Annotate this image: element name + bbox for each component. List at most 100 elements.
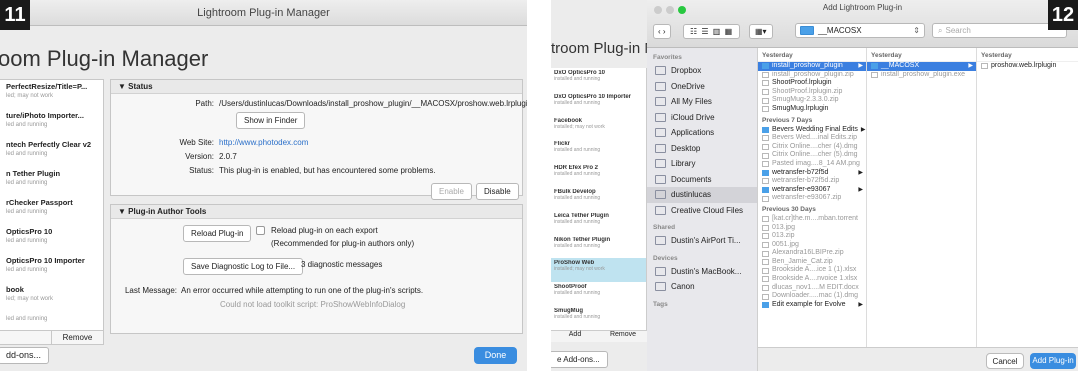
plugin-list-item[interactable]: ture/iPhoto Importer... led and running [0, 109, 103, 138]
plugin-status: installed and running [554, 218, 601, 225]
browser-column-3: Yesterday proshow.web.lrplugin [977, 48, 1078, 371]
location-popup[interactable]: __MACOSX ⇕ [795, 23, 925, 38]
file-icon [762, 161, 769, 168]
file-item[interactable]: wetransfer-e93067.zip [758, 194, 866, 203]
file-item[interactable]: ShootProof.lrplugin.zip [758, 88, 866, 97]
website-link[interactable]: http://www.photodex.com [219, 138, 308, 147]
plugin-list[interactable]: PerfectResize/Title=P... led; may not wor… [0, 79, 104, 331]
section-header[interactable]: ▼ Plug-in Author Tools [111, 205, 522, 219]
plugin-status: installed; may not work [554, 123, 605, 130]
file-item[interactable]: 013.jpg [758, 224, 866, 233]
sidebar-item[interactable]: Dustin's AirPort Ti... [647, 233, 757, 249]
plugin-list-item[interactable]: ntech Perfectly Clear v2 led and running [0, 138, 103, 167]
step-badge: 12 [1048, 0, 1078, 30]
file-item[interactable]: install_proshow_plugin ▶ [758, 62, 866, 71]
section-header[interactable]: ▼ Status [111, 80, 522, 94]
remove-button[interactable]: Remove [51, 331, 103, 344]
file-item[interactable]: Downloader.....mac (1).dmg [758, 292, 866, 301]
file-item[interactable]: 013.zip [758, 232, 866, 241]
file-item[interactable]: Pasted imag....8_14 AM.png [758, 160, 866, 169]
folder-icon [655, 143, 666, 153]
file-item[interactable]: wetransfer-b72f5d.zip [758, 177, 866, 186]
view-mode-icon[interactable]: ☷ ☰ ▥ ▦ [683, 24, 741, 39]
sidebar-item-label: Canon [671, 282, 695, 292]
file-item[interactable]: 0051.jpg [758, 241, 866, 250]
plugin-list-item[interactable]: OpticsPro 10 Importer led and running [0, 254, 103, 283]
background-plugin-item: SmugMug installed and running [551, 306, 646, 330]
plugin-list-item[interactable]: PerfectResize/Title=P... led; may not wor… [0, 80, 103, 109]
plugin-status: installed and running [554, 194, 601, 201]
file-item[interactable]: Alexandra16LBIPre.zip [758, 249, 866, 258]
arrange-icon[interactable]: ▦▾ [749, 24, 773, 39]
file-item[interactable]: [kat.cr]the.m....mban.torrent [758, 215, 866, 224]
sidebar-item[interactable]: Desktop [647, 141, 757, 157]
file-item[interactable]: wetransfer-b72f5d ▶ [758, 169, 866, 178]
plugin-list-item[interactable]: rChecker Passport led and running [0, 196, 103, 225]
file-name: ShootProof.lrplugin.zip [772, 87, 843, 95]
file-item[interactable]: Bevers Wed....inal Edits.zip [758, 134, 866, 143]
file-item[interactable]: Brookside A....nvoice 1.xlsx [758, 275, 866, 284]
plugin-exchange-button[interactable]: dd-ons... [0, 347, 50, 364]
plugin-list-item[interactable]: n Tether Plugin led and running [0, 167, 103, 196]
file-item[interactable]: SmugMug-2.3.3.0.zip [758, 96, 866, 105]
enable-button[interactable]: Enable [431, 183, 472, 200]
done-button[interactable]: Done [474, 347, 517, 364]
file-item[interactable]: Bevers Wedding Final Edits ▶ [758, 126, 866, 135]
sidebar-item[interactable]: Documents [647, 172, 757, 188]
file-name: Bevers Wed....inal Edits.zip [772, 134, 858, 142]
step-badge: 11 [0, 0, 30, 30]
file-item[interactable]: install_proshow_plugin.zip [758, 71, 866, 80]
background-plugin-item: ShootProof installed and running [551, 282, 646, 306]
chevron-right-icon: ▶ [858, 301, 863, 308]
plugin-name: DxO OpticsPro 10 Importer [554, 93, 632, 100]
file-icon [762, 106, 769, 113]
dialog-title: Add Lightroom Plug-in [822, 3, 903, 12]
sidebar-item[interactable]: Dustin's MacBook... [647, 264, 757, 280]
sidebar-item[interactable]: All My Files [647, 94, 757, 110]
sidebar-item[interactable]: Dropbox [647, 63, 757, 79]
show-in-finder-button[interactable]: Show in Finder [236, 112, 306, 129]
file-item[interactable]: Citrix Online....cher (5).dmg [758, 151, 866, 160]
file-item[interactable]: Ben_Jamie_Cat.zip [758, 258, 866, 267]
sidebar-item-label: Dropbox [671, 66, 702, 76]
sidebar-item[interactable]: Canon [647, 279, 757, 295]
reload-each-checkbox[interactable] [256, 226, 265, 235]
file-item[interactable]: SmugMug.lrplugin [758, 105, 866, 114]
background-plugin-item: Nikon Tether Plugin installed and running [551, 235, 646, 259]
file-item[interactable]: Brookside A....ice 1 (1).xlsx [758, 266, 866, 275]
folder-icon [762, 302, 769, 309]
file-item[interactable]: proshow.web.lrplugin [977, 62, 1078, 71]
sidebar-item[interactable]: Applications [647, 125, 757, 141]
plugin-name: ntech Perfectly Clear v2 [6, 140, 92, 149]
file-item[interactable]: ShootProof.lrplugin [758, 79, 866, 88]
path-value: /Users/dustinlucas/Downloads/install_pro… [219, 99, 527, 108]
save-log-button[interactable]: Save Diagnostic Log to File... [183, 258, 304, 275]
file-item[interactable]: Citrix Online....cher (4).dmg [758, 143, 866, 152]
back-forward-icon[interactable]: ‹ › [653, 24, 671, 39]
reload-plugin-button[interactable]: Reload Plug-in [183, 225, 252, 242]
folder-icon [762, 63, 769, 70]
plugin-list-item[interactable]: OpticsPro 10 led and running [0, 225, 103, 254]
sidebar-item[interactable]: iCloud Drive [647, 110, 757, 126]
sidebar-item[interactable]: OneDrive [647, 79, 757, 95]
cancel-button[interactable]: Cancel [986, 353, 1024, 369]
file-item[interactable]: dlucas_nov1....M EDIT.docx [758, 284, 866, 293]
file-name: Brookside A....nvoice 1.xlsx [772, 275, 858, 283]
disable-button[interactable]: Disable [476, 183, 519, 200]
last-message-detail: Could not load toolkit script: ProShowWe… [220, 300, 406, 309]
sidebar-item[interactable]: Creative Cloud Files [647, 203, 757, 219]
plugin-list-item[interactable]: book led; may not work [0, 283, 103, 312]
folder-icon [655, 81, 666, 91]
search-input[interactable]: ⌕ Search [932, 23, 1067, 38]
sidebar-item[interactable]: dustinlucas [647, 187, 757, 203]
add-button[interactable] [0, 331, 51, 344]
file-item[interactable]: __MACOSX ▶ [867, 62, 976, 71]
plugin-status: installed and running [554, 313, 601, 320]
add-plugin-button[interactable]: Add Plug-in [1030, 353, 1076, 369]
file-item[interactable]: Edit example for Evolve ▶ [758, 301, 866, 310]
plugin-list-item[interactable]: led and running [0, 312, 103, 330]
file-item[interactable]: wetransfer-e93067 ▶ [758, 186, 866, 195]
sidebar-item[interactable]: Library [647, 156, 757, 172]
file-item[interactable]: install_proshow_plugin.exe [867, 71, 976, 80]
file-icon [762, 224, 769, 231]
